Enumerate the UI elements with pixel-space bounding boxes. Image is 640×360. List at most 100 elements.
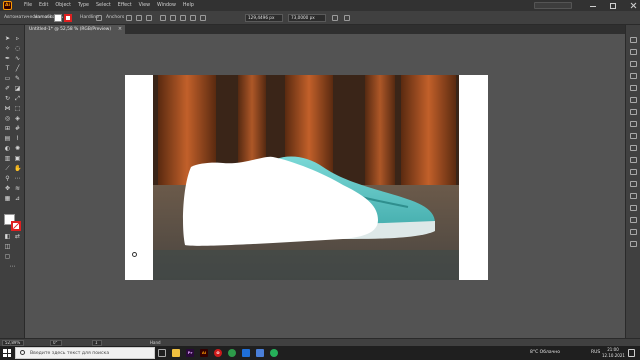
puppet-warp-icon[interactable]: ✥ — [4, 185, 11, 192]
transparency-panel-icon[interactable] — [630, 145, 637, 151]
minimize-icon[interactable] — [590, 3, 596, 9]
align-center-icon[interactable] — [170, 15, 176, 21]
windows-start-icon[interactable] — [3, 349, 11, 357]
stroke-color-swatch[interactable] — [64, 14, 72, 22]
shaper-tool-icon[interactable]: ✐ — [4, 85, 11, 92]
menu-edit[interactable]: Edit — [39, 3, 48, 8]
paintbrush-icon[interactable]: ✎ — [14, 75, 21, 82]
more-tools-icon[interactable]: ⋯ — [9, 263, 16, 270]
menu-help[interactable]: Help — [183, 3, 194, 8]
libraries-panel-icon[interactable] — [630, 61, 637, 67]
distribute-icon[interactable] — [190, 15, 196, 21]
perspective-grid-icon[interactable]: ⊞ — [4, 125, 11, 132]
align-left-icon[interactable] — [160, 15, 166, 21]
convert-anchor-icon[interactable] — [126, 15, 132, 21]
weather-widget[interactable]: 8°C Облачно — [530, 350, 560, 355]
zoom-tool-icon[interactable]: ⚲ — [4, 175, 11, 182]
fill-color-swatch[interactable] — [54, 14, 62, 22]
workspace-switcher[interactable] — [534, 2, 572, 9]
transform-icon[interactable] — [200, 15, 206, 21]
chart-tool-icon[interactable]: ▦ — [4, 195, 11, 202]
pen-tool-icon[interactable]: ✒ — [4, 55, 11, 62]
gradient-tool-icon[interactable]: ▤ — [4, 135, 11, 142]
brush-icon[interactable] — [96, 15, 102, 21]
links-panel-icon[interactable] — [630, 241, 637, 247]
menu-view[interactable]: View — [139, 3, 150, 8]
gradient-panel-icon[interactable] — [630, 133, 637, 139]
free-transform-icon[interactable]: ⬚ — [14, 105, 21, 112]
swap-colors-icon[interactable]: ⇄ — [14, 233, 21, 240]
screen-mode-icon[interactable]: ▢ — [4, 253, 11, 260]
type-tool-icon[interactable]: T — [4, 65, 11, 72]
magic-wand-icon[interactable]: ✧ — [4, 45, 11, 52]
symbols-panel-icon[interactable] — [630, 109, 637, 115]
hand-tool-icon[interactable]: ✋ — [14, 165, 21, 172]
warp-tool-icon[interactable]: ≋ — [14, 185, 21, 192]
x-position-field[interactable]: 129,4496 px — [245, 14, 283, 22]
appearance-panel-icon[interactable] — [630, 157, 637, 163]
draw-mode-icon[interactable]: ◫ — [4, 243, 11, 250]
graphic-styles-panel-icon[interactable] — [630, 169, 637, 175]
shoe-photo[interactable] — [153, 75, 459, 280]
tab-close-icon[interactable]: × — [118, 25, 122, 34]
taskbar-app-chrome-icon[interactable] — [228, 349, 236, 357]
menu-effect[interactable]: Effect — [118, 3, 132, 8]
taskbar-app-photos-icon[interactable] — [242, 349, 250, 357]
arrange-icon[interactable] — [344, 15, 350, 21]
layers-panel-icon[interactable] — [630, 49, 637, 55]
line-tool-icon[interactable]: ╱ — [14, 65, 21, 72]
handle-icon[interactable] — [136, 15, 142, 21]
graph-tool-icon[interactable]: ▥ — [4, 155, 11, 162]
menu-type[interactable]: Type — [78, 3, 89, 8]
shape-builder-icon[interactable]: ◎ — [4, 115, 11, 122]
blend-tool-icon[interactable]: ◐ — [4, 145, 11, 152]
menu-select[interactable]: Select — [96, 3, 111, 8]
default-colors-icon[interactable]: ◧ — [4, 233, 11, 240]
cut-path-icon[interactable] — [146, 15, 152, 21]
close-icon[interactable] — [630, 3, 636, 9]
taskbar-app-mail-icon[interactable] — [256, 349, 264, 357]
align-panel-icon[interactable] — [630, 181, 637, 187]
taskbar-app-premiere-icon[interactable]: Pr — [186, 349, 194, 357]
system-clock[interactable]: 21:00 12.10.2021 — [602, 347, 625, 359]
menu-file[interactable]: File — [24, 3, 32, 8]
swatches-panel-icon[interactable] — [630, 85, 637, 91]
reference-point-icon[interactable] — [332, 15, 338, 21]
brushes-panel-icon[interactable] — [630, 97, 637, 103]
lasso-icon[interactable]: ◌ — [14, 45, 21, 52]
task-view-icon[interactable] — [158, 349, 166, 357]
menu-window[interactable]: Window — [157, 3, 176, 8]
paragraph-panel-icon[interactable] — [630, 229, 637, 235]
eyedropper-icon[interactable]: ⌇ — [14, 135, 21, 142]
taskbar-app-opera-icon[interactable]: O — [214, 349, 222, 357]
width-tool-icon[interactable]: ⋈ — [4, 105, 11, 112]
artboard-tool-icon[interactable]: ▣ — [14, 155, 21, 162]
y-position-field[interactable]: 73,0000 px — [288, 14, 326, 22]
language-indicator[interactable]: RUS — [591, 350, 600, 355]
transform-panel-icon[interactable] — [630, 205, 637, 211]
live-paint-icon[interactable]: ◈ — [14, 115, 21, 122]
pathfinder-panel-icon[interactable] — [630, 193, 637, 199]
direct-selection-tool-icon[interactable]: ▹ — [14, 35, 21, 42]
notifications-icon[interactable] — [628, 349, 635, 357]
scale-tool-icon[interactable]: ⤢ — [14, 95, 21, 102]
character-panel-icon[interactable] — [630, 217, 637, 223]
rotate-tool-icon[interactable]: ↻ — [4, 95, 11, 102]
rectangle-tool-icon[interactable]: ▭ — [4, 75, 11, 82]
edit-toolbar-icon[interactable]: ⋯ — [14, 175, 21, 182]
color-panel-icon[interactable] — [630, 73, 637, 79]
slice-tool-icon[interactable]: ⟋ — [4, 165, 11, 172]
mesh-tool-icon[interactable]: # — [14, 125, 21, 132]
curvature-tool-icon[interactable]: ∿ — [14, 55, 21, 62]
taskbar-search-box[interactable]: Введите здесь текст для поиска — [15, 347, 155, 359]
maximize-icon[interactable] — [610, 2, 616, 9]
stroke-swatch[interactable] — [11, 221, 21, 231]
menu-object[interactable]: Object — [55, 3, 71, 8]
selection-tool-icon[interactable]: ➤ — [4, 35, 11, 42]
measure-tool-icon[interactable]: ⊿ — [14, 195, 21, 202]
taskbar-app-file-explorer-icon[interactable] — [172, 349, 180, 357]
taskbar-app-whatsapp-icon[interactable] — [270, 349, 278, 357]
properties-panel-icon[interactable] — [630, 37, 637, 43]
taskbar-app-illustrator-icon[interactable]: Ai — [200, 349, 208, 357]
symbol-sprayer-icon[interactable]: ✺ — [14, 145, 21, 152]
